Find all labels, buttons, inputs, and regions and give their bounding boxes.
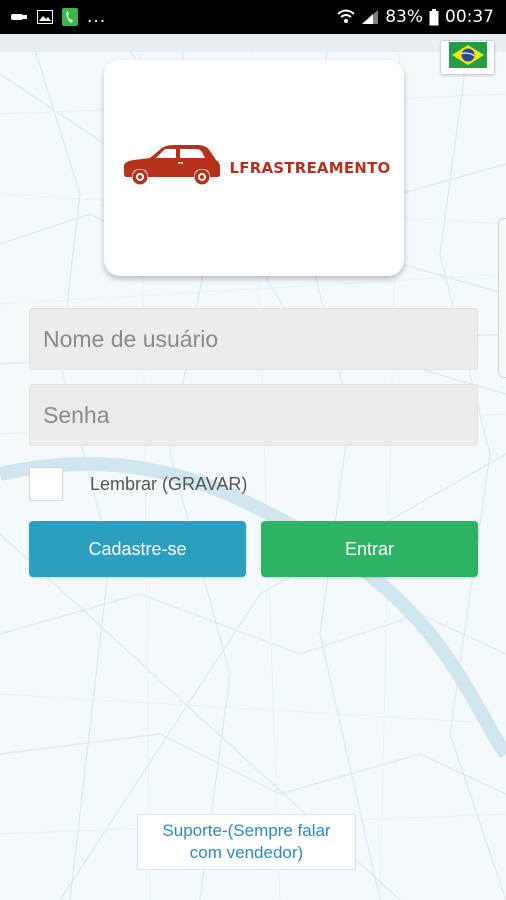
username-input[interactable] <box>29 308 478 370</box>
remember-checkbox[interactable] <box>29 467 63 501</box>
wifi-icon <box>337 9 355 25</box>
support-label-line2: com vendedor) <box>189 843 304 862</box>
phone-icon <box>62 8 78 26</box>
more-notifications-indicator: ... <box>87 7 107 27</box>
remember-label: Lembrar (GRAVAR) <box>90 473 248 494</box>
battery-percent: 83% <box>385 7 423 27</box>
cast-icon <box>10 11 28 23</box>
battery-icon <box>429 8 439 26</box>
remember-row: Lembrar (GRAVAR) <box>29 467 247 501</box>
side-drawer-handle[interactable] <box>498 218 506 378</box>
signal-icon <box>361 9 379 25</box>
status-bar-left: ... <box>10 7 106 27</box>
language-selector-button[interactable] <box>440 40 495 75</box>
support-button[interactable]: Suporte-(Sempre falar com vendedor) <box>137 814 356 870</box>
status-bar-right: 83% 00:37 <box>337 7 494 27</box>
logo-card: LFRASTREAMENTO <box>104 60 404 276</box>
brand-name: LFRASTREAMENTO <box>229 159 391 177</box>
password-input[interactable] <box>29 384 478 446</box>
support-label-line1: Suporte-(Sempre falar <box>162 821 331 840</box>
clock: 00:37 <box>445 7 494 27</box>
login-button[interactable]: Entrar <box>261 521 478 577</box>
support-label: Suporte-(Sempre falar com vendedor) <box>162 820 330 864</box>
top-strip <box>0 34 506 52</box>
brazil-flag-icon <box>448 42 487 73</box>
image-icon <box>37 10 53 24</box>
status-bar: ... 83% 00:37 <box>0 0 506 34</box>
signup-button[interactable]: Cadastre-se <box>29 521 246 577</box>
car-icon <box>118 143 222 194</box>
